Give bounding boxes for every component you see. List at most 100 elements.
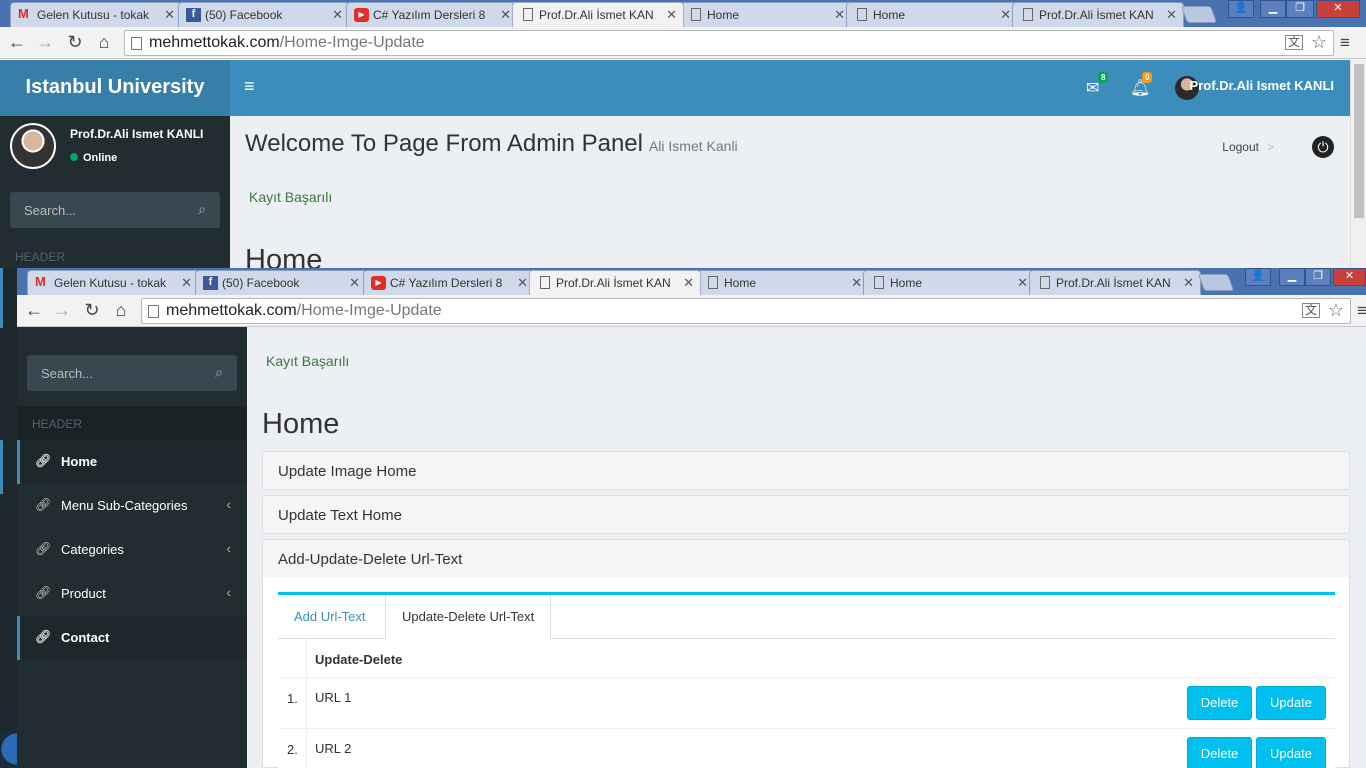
reload-icon[interactable]: ↻	[82, 300, 102, 321]
close-icon[interactable]: ✕	[1166, 7, 1177, 23]
back-tabstrip: M Gelen Kutusu - tokak ✕ f (50) Facebook…	[0, 0, 1366, 27]
front-tab-youtube[interactable]: ▶ C# Yazılım Dersleri 8 ✕	[363, 270, 535, 295]
close-icon[interactable]: ✕	[1000, 7, 1011, 23]
new-tab-button[interactable]	[1180, 6, 1218, 23]
update-button[interactable]: Update	[1256, 686, 1326, 720]
panel-update-text-home[interactable]: Update Text Home	[262, 495, 1350, 534]
close-icon[interactable]: ✕	[332, 7, 343, 23]
sidebar-item-menu-sub-categories[interactable]: 🔗︎ Menu Sub-Categories ‹	[17, 484, 247, 528]
back-tab-gmail[interactable]: M Gelen Kutusu - tokak ✕	[10, 2, 182, 27]
close-icon[interactable]: ✕	[851, 275, 862, 291]
youtube-icon: ▶	[371, 276, 386, 290]
translate-icon[interactable]: 文	[1301, 303, 1320, 318]
back-tab-prof[interactable]: Prof.Dr.Ali İsmet KAN ✕	[1012, 2, 1184, 27]
sidebar-item-product[interactable]: 🔗︎ Product ‹	[17, 572, 247, 616]
close-icon[interactable]: ✕	[349, 275, 360, 291]
front-tab-facebook[interactable]: f (50) Facebook ✕	[195, 270, 367, 295]
profile-icon[interactable]: 👤	[1245, 268, 1271, 286]
section-heading: Home	[262, 408, 340, 440]
close-icon[interactable]: ✕	[1183, 275, 1194, 291]
window-close-button[interactable]: ✕	[1316, 0, 1360, 18]
window-close-button[interactable]: ✕	[1333, 268, 1366, 286]
tab-add-url-text[interactable]: Add Url-Text	[278, 595, 382, 639]
close-icon[interactable]: ✕	[517, 275, 528, 291]
panel-url-text[interactable]: Add-Update-Delete Url-Text	[262, 539, 1350, 578]
close-icon[interactable]: ✕	[181, 275, 192, 291]
brand-logo[interactable]: Istanbul University	[0, 60, 230, 116]
back-arrow-icon[interactable]: ←	[7, 32, 27, 53]
delete-button[interactable]: Delete	[1187, 686, 1252, 720]
url-text-panel-body: Add Url-Text Update-Delete Url-Text Upda…	[262, 577, 1350, 768]
back-tab-facebook[interactable]: f (50) Facebook ✕	[178, 2, 350, 27]
back-tab-active[interactable]: Prof.Dr.Ali İsmet KAN ✕	[512, 2, 684, 27]
back-tab-home-1[interactable]: Home ✕	[680, 2, 852, 27]
close-icon[interactable]: ✕	[164, 7, 175, 23]
back-arrow-icon[interactable]: ←	[24, 300, 44, 321]
front-tab-home-1[interactable]: Home ✕	[697, 270, 869, 295]
sidebar-item-categories[interactable]: 🔗︎ Categories ‹	[17, 528, 247, 572]
front-tab-active[interactable]: Prof.Dr.Ali İsmet KAN ✕	[529, 270, 701, 295]
address-bar[interactable]: mehmettokak.com/Home-Imge-Update 文 ☆	[124, 30, 1334, 56]
close-icon[interactable]: ✕	[834, 7, 845, 23]
sidebar-item-contact[interactable]: 🔗︎ Contact	[17, 616, 247, 660]
chevron-left-icon: ‹	[226, 540, 231, 556]
hamburger-icon[interactable]: ≡	[244, 76, 255, 97]
delete-button[interactable]: Delete	[1187, 737, 1252, 768]
home-icon[interactable]: ⌂	[94, 32, 114, 53]
start-orb-icon[interactable]	[0, 730, 17, 768]
minimize-button[interactable]: ▁	[1260, 0, 1286, 18]
page-icon	[857, 8, 867, 21]
search-input[interactable]: Search... ⌕	[27, 355, 237, 391]
sidebar-item-home[interactable]: 🔗︎ Home	[17, 440, 247, 484]
front-tab-gmail[interactable]: M Gelen Kutusu - tokak ✕	[27, 270, 199, 295]
profile-icon[interactable]: 👤	[1228, 0, 1254, 18]
back-tab-home-2[interactable]: Home ✕	[846, 2, 1018, 27]
back-scrollbar[interactable]	[1350, 60, 1366, 268]
front-tab-home-2[interactable]: Home ✕	[863, 270, 1035, 295]
address-bar[interactable]: mehmettokak.com/Home-Imge-Update 文 ☆	[141, 298, 1351, 324]
minimize-button[interactable]: ▁	[1279, 268, 1305, 286]
url-path: /Home-Imge-Update	[296, 302, 442, 319]
gmail-icon: M	[18, 6, 29, 21]
maximize-button[interactable]: ❐	[1305, 268, 1331, 286]
close-icon[interactable]: ✕	[1017, 275, 1028, 291]
mail-badge: 8	[1098, 72, 1109, 83]
logout-link[interactable]: Logout >	[1222, 140, 1274, 154]
sidebar-item-label: Contact	[61, 630, 110, 645]
search-icon[interactable]: ⌕	[215, 364, 223, 381]
update-button[interactable]: Update	[1256, 737, 1326, 768]
back-tab-youtube[interactable]: ▶ C# Yazılım Dersleri 8 ✕	[346, 2, 518, 27]
panel-update-image-home[interactable]: Update Image Home	[262, 451, 1350, 490]
close-icon[interactable]: ✕	[683, 275, 694, 291]
sidebar-item-label: Product	[61, 586, 106, 601]
chrome-menu-icon[interactable]: ≡	[1340, 33, 1350, 53]
home-icon[interactable]: ⌂	[111, 300, 131, 321]
close-icon[interactable]: ✕	[666, 7, 677, 23]
forward-arrow-icon[interactable]: →	[35, 32, 55, 53]
front-tab-prof[interactable]: Prof.Dr.Ali İsmet KAN ✕	[1029, 270, 1201, 295]
close-icon[interactable]: ✕	[500, 7, 511, 23]
sidebar-user-name: Prof.Dr.Ali Ismet KANLI	[70, 127, 204, 141]
star-icon[interactable]: ☆	[1311, 32, 1327, 53]
translate-icon[interactable]: 文	[1284, 35, 1303, 50]
tab-label: Prof.Dr.Ali İsmet KAN	[539, 8, 654, 22]
scrollbar-thumb[interactable]	[1354, 64, 1364, 218]
maximize-button[interactable]: ❐	[1286, 0, 1314, 18]
gmail-icon: M	[35, 274, 46, 289]
url-domain: mehmettokak.com	[149, 34, 280, 51]
new-tab-button[interactable]	[1197, 274, 1235, 291]
sidebar-header-label: HEADER	[15, 250, 66, 264]
back-window-edge	[0, 440, 3, 494]
reload-icon[interactable]: ↻	[65, 32, 85, 53]
chrome-menu-icon[interactable]: ≡	[1357, 301, 1366, 321]
link-icon: 🔗︎	[35, 541, 52, 556]
star-icon[interactable]: ☆	[1328, 300, 1344, 321]
header-user-name[interactable]: Prof.Dr.Ali Ismet KANLI	[1190, 78, 1334, 93]
tab-update-delete-url-text[interactable]: Update-Delete Url-Text	[385, 595, 552, 639]
tab-label: (50) Facebook	[205, 8, 283, 22]
forward-arrow-icon[interactable]: →	[52, 300, 72, 321]
search-input[interactable]: Search... ⌕	[10, 192, 220, 228]
link-icon: 🔗︎	[35, 497, 52, 512]
power-icon[interactable]: ⏻	[1312, 136, 1334, 158]
search-icon[interactable]: ⌕	[198, 201, 206, 218]
